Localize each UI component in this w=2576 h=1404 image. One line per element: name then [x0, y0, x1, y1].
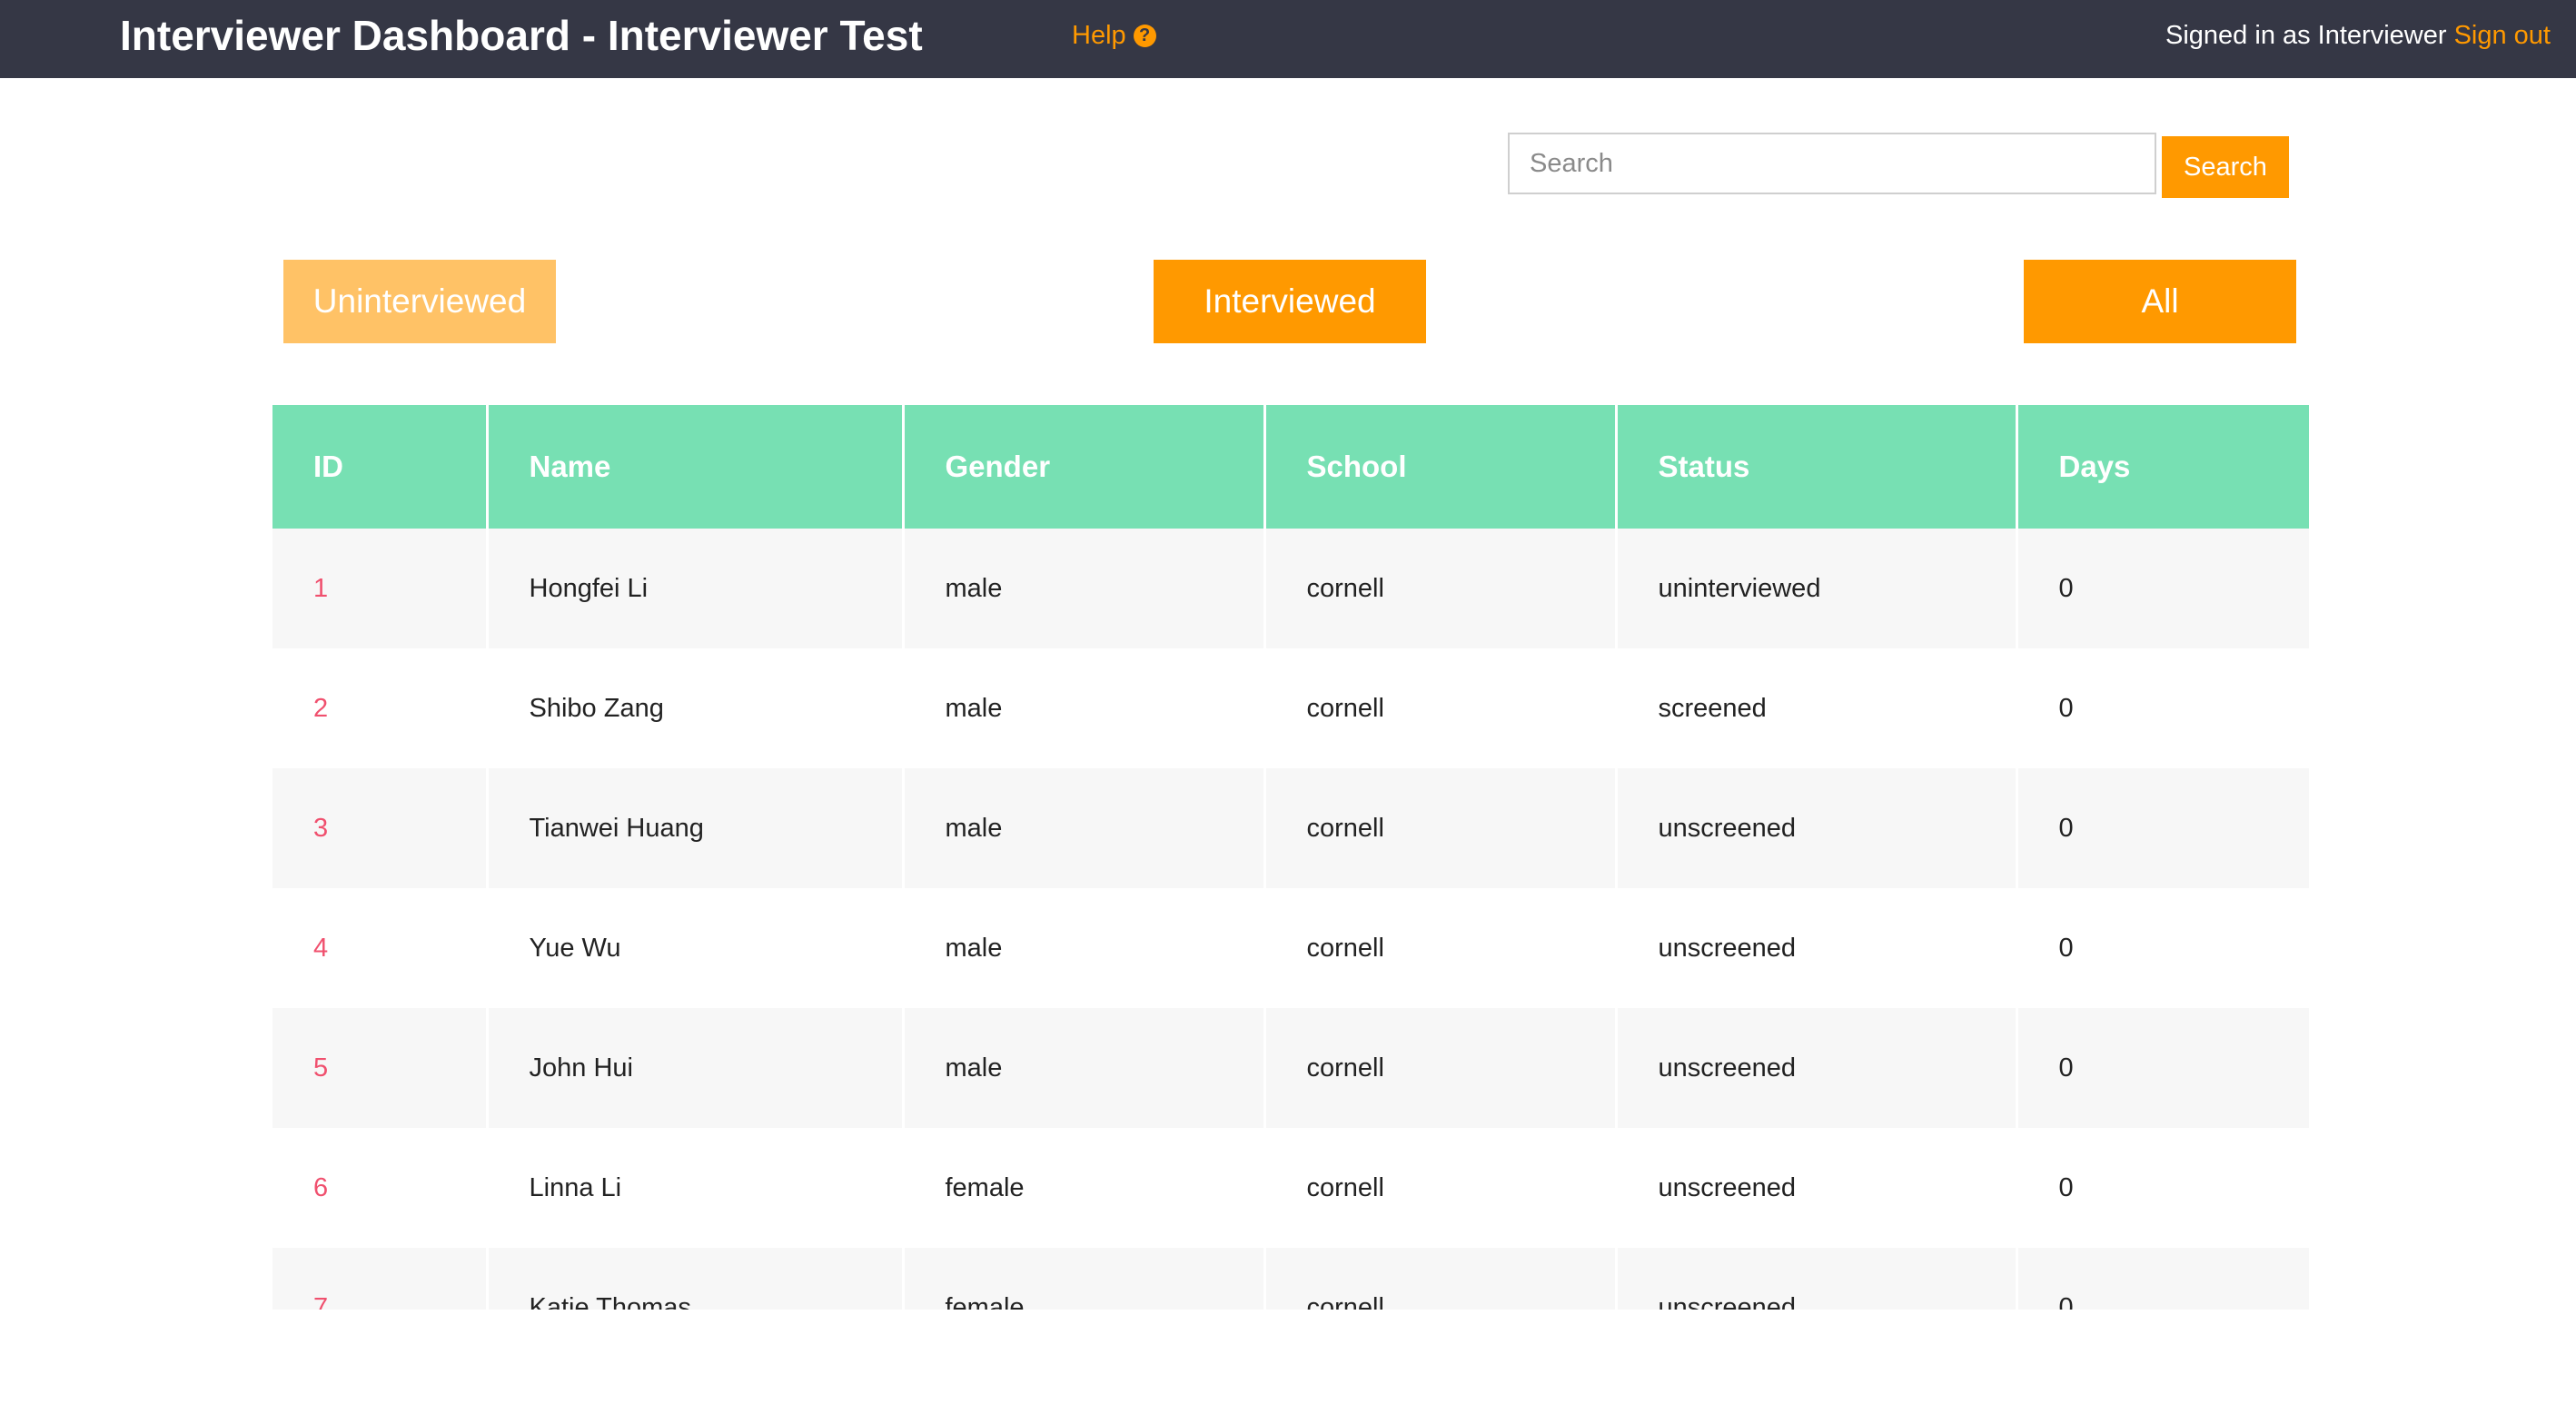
cell-school: cornell: [1264, 1128, 1618, 1248]
column-header-school[interactable]: School: [1264, 405, 1618, 529]
cell-days: 0: [2016, 768, 2309, 888]
candidates-table: ID Name Gender School Status Days 1 Hong…: [272, 405, 2309, 1310]
user-status: Signed in as Interviewer Sign out: [2165, 0, 2551, 71]
cell-days: 0: [2016, 529, 2309, 648]
cell-name: Hongfei Li: [487, 529, 905, 648]
cell-status: unscreened: [1616, 888, 2018, 1008]
search-input[interactable]: [1508, 133, 2156, 194]
cell-status: unscreened: [1616, 1128, 2018, 1248]
candidate-id-link[interactable]: 2: [313, 694, 328, 723]
cell-id: 6: [272, 1128, 489, 1248]
table-row: 2 Shibo Zang male cornell screened 0: [272, 648, 2309, 768]
candidates-table-container[interactable]: ID Name Gender School Status Days 1 Hong…: [272, 405, 2309, 1310]
cell-school: cornell: [1264, 529, 1618, 648]
cell-name: Yue Wu: [487, 888, 905, 1008]
search-button[interactable]: Search: [2162, 136, 2289, 198]
page-title: Interviewer Dashboard - Interviewer Test: [120, 12, 923, 59]
candidate-id-link[interactable]: 1: [313, 574, 328, 603]
top-navbar: Interviewer Dashboard - Interviewer Test…: [0, 0, 2576, 78]
cell-school: cornell: [1264, 1008, 1618, 1128]
cell-days: 0: [2016, 648, 2309, 768]
column-header-name[interactable]: Name: [487, 405, 905, 529]
table-row: 5 John Hui male cornell unscreened 0: [272, 1008, 2309, 1128]
cell-name: Tianwei Huang: [487, 768, 905, 888]
cell-school: cornell: [1264, 888, 1618, 1008]
cell-days: 0: [2016, 888, 2309, 1008]
table-row: 4 Yue Wu male cornell unscreened 0: [272, 888, 2309, 1008]
cell-gender: female: [903, 1128, 1266, 1248]
cell-gender: male: [903, 768, 1266, 888]
table-row: 3 Tianwei Huang male cornell unscreened …: [272, 768, 2309, 888]
cell-school: cornell: [1264, 768, 1618, 888]
candidate-id-link[interactable]: 3: [313, 814, 328, 843]
column-header-gender[interactable]: Gender: [903, 405, 1266, 529]
cell-id: 2: [272, 648, 489, 768]
filter-uninterviewed-button[interactable]: Uninterviewed: [283, 260, 556, 343]
help-label: Help: [1072, 21, 1126, 50]
candidate-id-link[interactable]: 7: [313, 1293, 328, 1310]
cell-days: 0: [2016, 1008, 2309, 1128]
cell-gender: female: [903, 1248, 1266, 1310]
table-row: 6 Linna Li female cornell unscreened 0: [272, 1128, 2309, 1248]
signed-in-text: Signed in as Interviewer: [2165, 21, 2447, 50]
cell-name: Katie Thomas: [487, 1248, 905, 1310]
cell-id: 4: [272, 888, 489, 1008]
cell-name: John Hui: [487, 1008, 905, 1128]
table-header-row: ID Name Gender School Status Days: [272, 405, 2309, 529]
cell-status: screened: [1616, 648, 2018, 768]
table-row: 7 Katie Thomas female cornell unscreened…: [272, 1248, 2309, 1310]
cell-gender: male: [903, 888, 1266, 1008]
filter-interviewed-button[interactable]: Interviewed: [1154, 260, 1426, 343]
cell-id: 7: [272, 1248, 489, 1310]
candidate-id-link[interactable]: 5: [313, 1053, 328, 1083]
cell-status: uninterviewed: [1616, 529, 2018, 648]
help-link[interactable]: Help?: [1072, 0, 1156, 71]
cell-name: Linna Li: [487, 1128, 905, 1248]
filter-all-button[interactable]: All: [2024, 260, 2296, 343]
cell-days: 0: [2016, 1248, 2309, 1310]
cell-school: cornell: [1264, 1248, 1618, 1310]
cell-gender: male: [903, 1008, 1266, 1128]
table-row: 1 Hongfei Li male cornell uninterviewed …: [272, 529, 2309, 648]
candidate-id-link[interactable]: 6: [313, 1173, 328, 1202]
cell-school: cornell: [1264, 648, 1618, 768]
candidate-id-link[interactable]: 4: [313, 934, 328, 963]
cell-days: 0: [2016, 1128, 2309, 1248]
cell-id: 1: [272, 529, 489, 648]
column-header-status[interactable]: Status: [1616, 405, 2018, 529]
column-header-days[interactable]: Days: [2016, 405, 2309, 529]
cell-gender: male: [903, 648, 1266, 768]
cell-status: unscreened: [1616, 1008, 2018, 1128]
cell-gender: male: [903, 529, 1266, 648]
cell-id: 5: [272, 1008, 489, 1128]
cell-status: unscreened: [1616, 1248, 2018, 1310]
cell-id: 3: [272, 768, 489, 888]
column-header-id[interactable]: ID: [272, 405, 489, 529]
cell-name: Shibo Zang: [487, 648, 905, 768]
sign-out-link[interactable]: Sign out: [2454, 21, 2551, 50]
cell-status: unscreened: [1616, 768, 2018, 888]
question-circle-icon: ?: [1133, 25, 1156, 47]
